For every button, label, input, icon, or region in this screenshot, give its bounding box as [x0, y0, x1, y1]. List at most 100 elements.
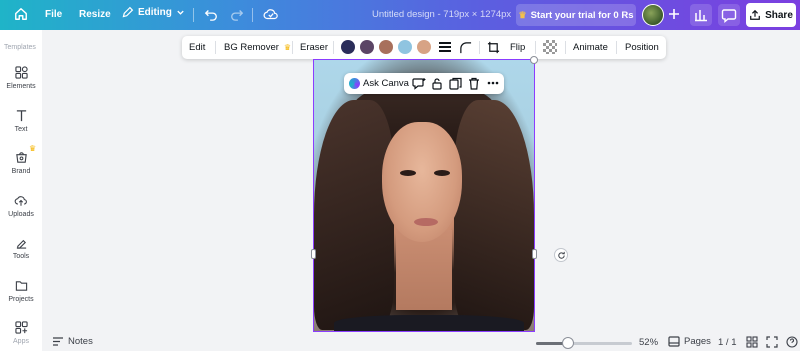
- rotate-icon: [557, 251, 565, 259]
- sidebar-item-text[interactable]: Text: [0, 109, 42, 133]
- more-icon: [487, 81, 499, 85]
- color-swatch[interactable]: [379, 40, 393, 54]
- comments-button[interactable]: [718, 4, 740, 26]
- tools-icon: [16, 239, 26, 249]
- animate-button[interactable]: Animate: [573, 42, 608, 53]
- redo-button[interactable]: [230, 7, 244, 21]
- file-menu[interactable]: File: [45, 9, 62, 20]
- bar-chart-icon: [695, 10, 707, 22]
- border-style-button[interactable]: [438, 41, 452, 57]
- editing-menu[interactable]: Editing: [121, 6, 185, 19]
- share-icon: [750, 9, 760, 20]
- chevron-down-icon: [177, 10, 184, 15]
- insights-button[interactable]: [690, 4, 712, 26]
- notes-button[interactable]: Notes: [52, 336, 93, 347]
- notes-icon: [53, 337, 63, 346]
- corner-rounding-button[interactable]: [459, 41, 472, 57]
- pages-button[interactable]: Pages: [668, 336, 711, 347]
- share-button[interactable]: Share: [746, 3, 796, 27]
- share-label: Share: [765, 9, 793, 21]
- trash-icon: [469, 77, 479, 90]
- uploads-icon: [14, 196, 27, 206]
- sidebar-item-label: Uploads: [8, 211, 34, 218]
- photo-shape: [454, 100, 534, 330]
- transparency-icon[interactable]: [543, 40, 557, 54]
- divider: [535, 41, 536, 54]
- sidebar-heading-templates[interactable]: Templates: [4, 44, 36, 51]
- grid-view-icon: [746, 336, 758, 348]
- divider: [252, 8, 253, 22]
- sidebar-item-label: Text: [14, 126, 28, 133]
- duplicate-button[interactable]: [449, 77, 462, 93]
- resize-menu[interactable]: Resize: [79, 9, 111, 20]
- resize-handle-corner[interactable]: [530, 56, 538, 64]
- lock-button[interactable]: [431, 77, 443, 93]
- sidebar-item-label: Apps: [13, 338, 29, 345]
- add-collaborator-button[interactable]: [666, 6, 682, 22]
- border-style-icon: [439, 42, 451, 52]
- sidebar-item-label: Projects: [8, 296, 34, 303]
- avatar[interactable]: [642, 4, 664, 26]
- more-options-button[interactable]: [487, 79, 499, 90]
- zoom-level[interactable]: 52%: [639, 337, 658, 348]
- sidebar-item-tools[interactable]: Tools: [0, 236, 42, 260]
- position-button[interactable]: Position: [625, 42, 659, 53]
- divider: [479, 41, 480, 54]
- help-button[interactable]: [786, 336, 798, 351]
- comment-add-icon: [412, 78, 426, 90]
- sidebar-item-uploads[interactable]: Uploads: [0, 194, 42, 218]
- grid-view-button[interactable]: [746, 336, 758, 351]
- zoom-slider[interactable]: [536, 342, 632, 345]
- pages-icon: [668, 336, 680, 347]
- resize-handle-left[interactable]: [311, 249, 316, 259]
- color-swatch[interactable]: [360, 40, 374, 54]
- color-swatch[interactable]: [398, 40, 412, 54]
- flip-button[interactable]: Flip: [510, 42, 525, 53]
- home-button[interactable]: [14, 7, 28, 21]
- start-trial-button[interactable]: ♛ Start your trial for 0 Rs: [516, 4, 636, 26]
- crop-button[interactable]: [487, 41, 500, 57]
- help-icon: [786, 336, 798, 348]
- pencil-icon: [122, 6, 134, 18]
- page-count: 1 / 1: [718, 337, 737, 348]
- sidebar-item-apps[interactable]: Apps: [0, 321, 42, 345]
- fullscreen-button[interactable]: [766, 336, 778, 351]
- color-swatch[interactable]: [417, 40, 431, 54]
- text-icon: [16, 110, 26, 122]
- save-status-button[interactable]: [263, 7, 279, 21]
- sidebar-item-elements[interactable]: Elements: [0, 66, 42, 90]
- undo-button[interactable]: [204, 7, 218, 21]
- rotate-button[interactable]: [554, 248, 568, 262]
- sidebar-item-brand[interactable]: Brand: [0, 151, 42, 175]
- sidebar-item-label: Tools: [12, 253, 30, 260]
- resize-handle-right[interactable]: [532, 249, 537, 259]
- redo-icon: [231, 10, 244, 21]
- comment-add-button[interactable]: [412, 77, 426, 93]
- comment-icon: [721, 9, 737, 23]
- divider: [292, 41, 293, 54]
- crop-icon: [487, 41, 500, 54]
- editing-label: Editing: [138, 7, 172, 18]
- pages-label: Pages: [684, 336, 711, 347]
- divider: [616, 41, 617, 54]
- bg-remover-label: BG Remover: [224, 42, 279, 53]
- delete-button[interactable]: [468, 77, 480, 93]
- sidebar-item-projects[interactable]: Projects: [0, 279, 42, 303]
- photo-shape: [396, 230, 452, 310]
- apps-icon: [14, 321, 28, 334]
- undo-icon: [204, 10, 217, 21]
- crown-icon: ♛: [283, 43, 292, 52]
- photo-shape: [434, 170, 450, 176]
- fullscreen-icon: [766, 336, 778, 348]
- brand-icon: [15, 152, 27, 163]
- design-page-image[interactable]: [314, 60, 534, 331]
- edit-button[interactable]: Edit: [189, 42, 205, 53]
- color-swatch[interactable]: [341, 40, 355, 54]
- ask-canva-button[interactable]: Ask Canva: [363, 78, 409, 89]
- zoom-slider-handle[interactable]: [562, 337, 574, 349]
- bg-remover-button[interactable]: BG Remover ♛: [224, 42, 291, 53]
- photo-shape: [314, 100, 394, 330]
- eraser-button[interactable]: Eraser: [300, 42, 328, 53]
- document-title[interactable]: Untitled design - 719px × 1274px: [372, 9, 511, 20]
- lock-icon: [432, 78, 442, 90]
